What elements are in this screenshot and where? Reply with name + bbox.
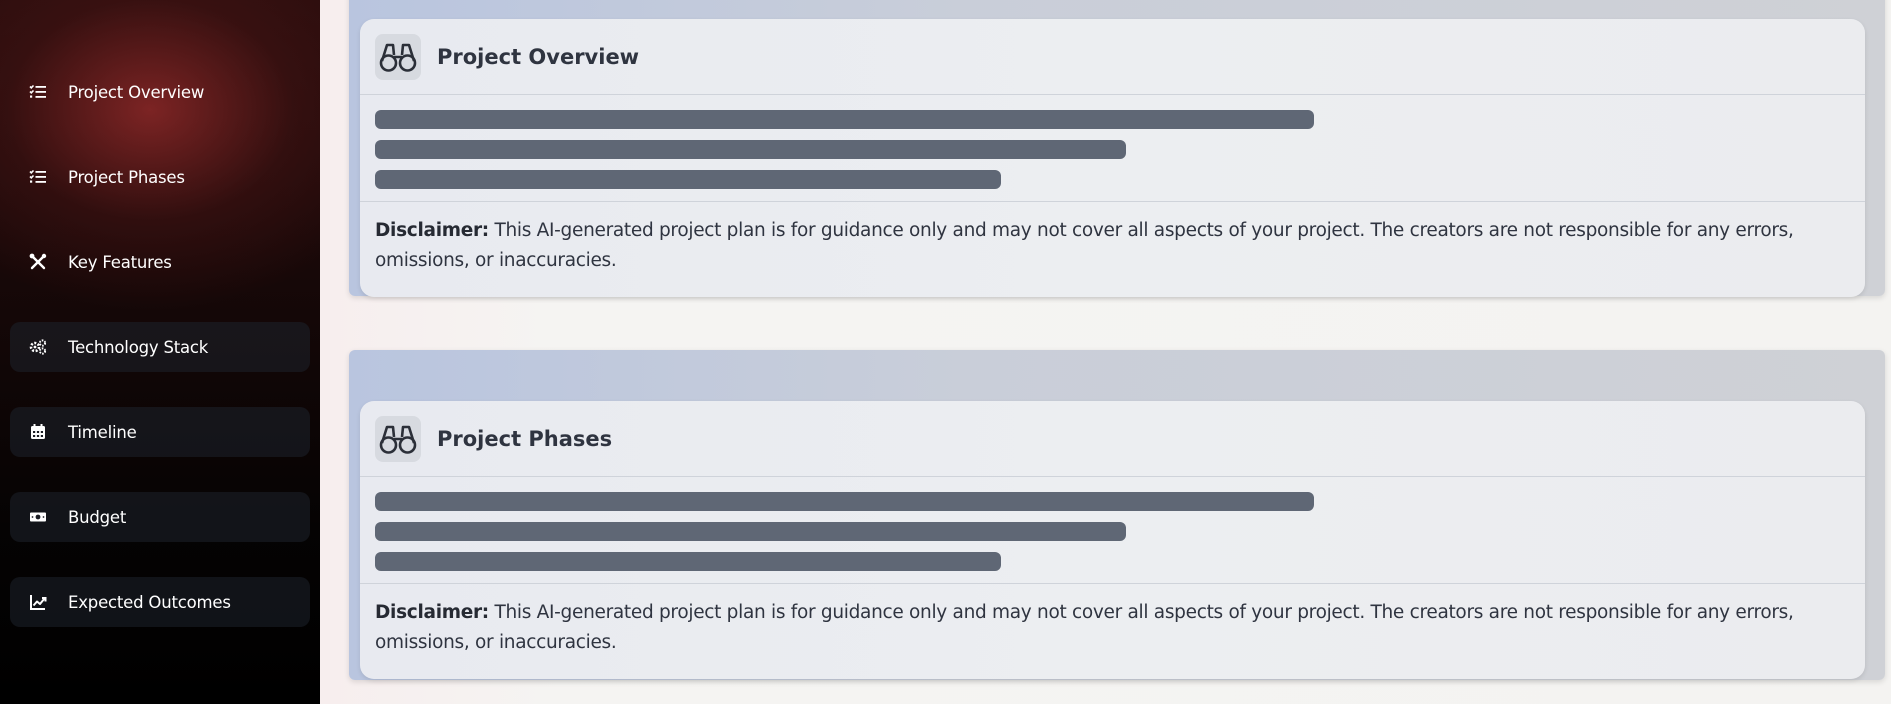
skeleton-bar (375, 140, 1126, 159)
disclaimer: Disclaimer: This AI-generated project pl… (360, 584, 1865, 674)
gears-icon (28, 337, 48, 357)
loading-skeleton (360, 477, 1865, 584)
chart-line-icon (28, 592, 48, 612)
card-header: Project Overview (360, 19, 1865, 95)
skeleton-bar (375, 492, 1314, 511)
checklist-icon (28, 82, 48, 102)
main-content: Project Overview Disclaimer: This AI-gen… (320, 0, 1891, 704)
sidebar: Project Overview Project Phases Key Feat… (0, 0, 320, 704)
disclaimer-text: This AI-generated project plan is for gu… (375, 602, 1794, 653)
skeleton-bar (375, 110, 1314, 129)
section-project-phases: Project Phases Disclaimer: This AI-gener… (349, 350, 1885, 680)
sidebar-item-timeline[interactable]: Timeline (10, 407, 310, 457)
sidebar-item-label: Expected Outcomes (68, 592, 231, 612)
skeleton-bar (375, 170, 1001, 189)
card-title: Project Overview (437, 44, 640, 69)
sidebar-item-label: Key Features (68, 252, 172, 272)
sidebar-item-label: Technology Stack (68, 337, 209, 357)
sidebar-item-technology-stack[interactable]: Technology Stack (10, 322, 310, 372)
sidebar-item-label: Project Phases (68, 167, 185, 187)
sidebar-item-label: Project Overview (68, 82, 205, 102)
sidebar-item-project-phases[interactable]: Project Phases (10, 152, 310, 202)
money-icon (28, 507, 48, 527)
sidebar-item-label: Timeline (68, 422, 137, 442)
card-project-overview: Project Overview Disclaimer: This AI-gen… (360, 19, 1865, 297)
section-project-overview: Project Overview Disclaimer: This AI-gen… (349, 0, 1885, 297)
disclaimer: Disclaimer: This AI-generated project pl… (360, 202, 1865, 292)
loading-skeleton (360, 95, 1865, 202)
tools-icon (28, 252, 48, 272)
sidebar-item-key-features[interactable]: Key Features (10, 237, 310, 287)
sidebar-item-project-overview[interactable]: Project Overview (10, 67, 310, 117)
sidebar-item-expected-outcomes[interactable]: Expected Outcomes (10, 577, 310, 627)
calendar-icon (28, 422, 48, 442)
skeleton-bar (375, 522, 1126, 541)
card-project-phases: Project Phases Disclaimer: This AI-gener… (360, 401, 1865, 679)
checklist-icon (28, 167, 48, 187)
disclaimer-label: Disclaimer: (375, 602, 489, 623)
disclaimer-label: Disclaimer: (375, 220, 489, 241)
card-title: Project Phases (437, 426, 613, 451)
sidebar-item-budget[interactable]: Budget (10, 492, 310, 542)
sidebar-item-label: Budget (68, 507, 127, 527)
disclaimer-text: This AI-generated project plan is for gu… (375, 220, 1794, 271)
card-header: Project Phases (360, 401, 1865, 477)
skeleton-bar (375, 552, 1001, 571)
binoculars-icon (375, 33, 421, 80)
binoculars-icon (375, 415, 421, 462)
